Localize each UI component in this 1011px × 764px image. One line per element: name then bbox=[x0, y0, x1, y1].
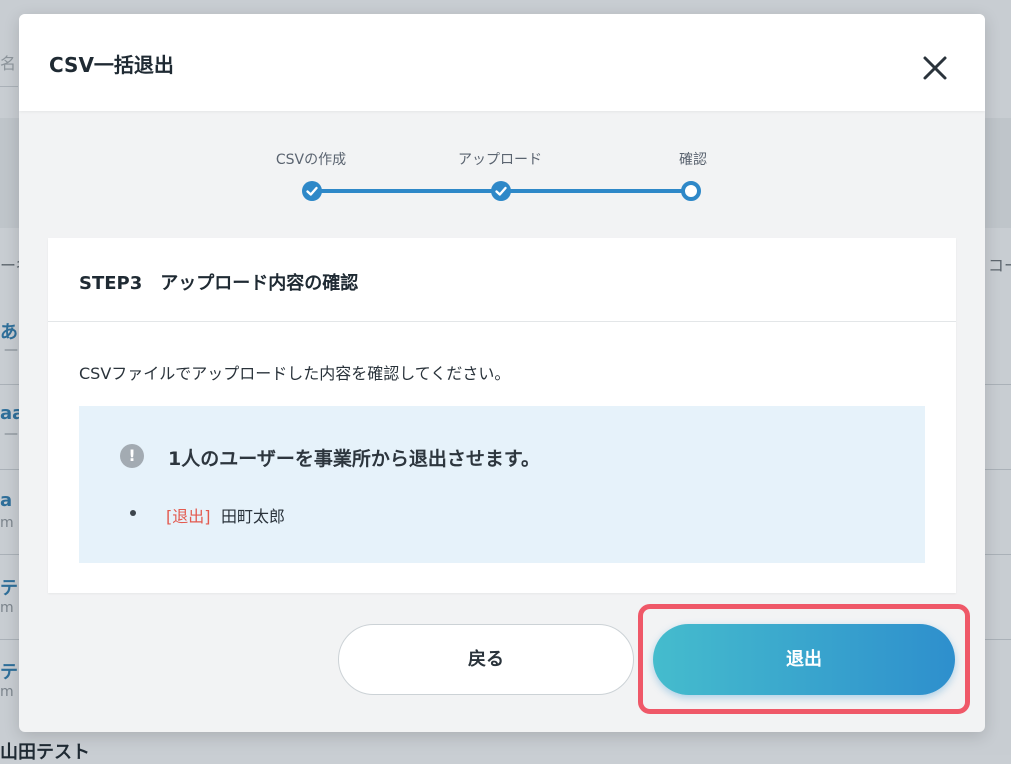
step-label-create: CSVの作成 bbox=[275, 152, 347, 168]
step-label-confirm: 確認 bbox=[679, 152, 707, 168]
step-done-check-icon bbox=[491, 181, 511, 201]
bg-row-text: テ bbox=[0, 662, 18, 683]
bg-row-text: a bbox=[0, 490, 13, 511]
csv-bulk-exit-modal: CSV一括退出 CSVの作成 アップロード 確認 STEP3 アップロード内容の… bbox=[19, 14, 985, 732]
info-message: 1人のユーザーを事業所から退出させます。 bbox=[168, 448, 540, 470]
bullet-icon bbox=[130, 510, 136, 516]
exit-button[interactable]: 退出 bbox=[653, 624, 955, 695]
step-current-circle-icon bbox=[681, 181, 701, 201]
card-divider bbox=[48, 321, 956, 322]
bg-row-sub: m bbox=[0, 515, 14, 531]
exclamation-icon: ! bbox=[120, 444, 144, 468]
bg-row-text: あ bbox=[0, 322, 18, 343]
bg-column-fragment: コー bbox=[988, 256, 1011, 275]
close-icon bbox=[923, 56, 947, 80]
bg-row-text: テ bbox=[0, 578, 18, 599]
modal-title: CSV一括退出 bbox=[49, 53, 174, 77]
modal-header: CSV一括退出 bbox=[19, 14, 985, 111]
exit-tag: [退出] bbox=[166, 507, 211, 526]
confirmation-card: STEP3 アップロード内容の確認 CSVファイルでアップロードした内容を確認し… bbox=[48, 238, 956, 593]
bg-row-sub: — bbox=[4, 342, 18, 358]
user-name: 田町太郎 bbox=[221, 507, 286, 526]
bg-column-fragment: 名 bbox=[0, 54, 17, 73]
bg-row-sub: m bbox=[0, 684, 14, 700]
bg-row-sub: — bbox=[4, 426, 18, 442]
info-box: ! 1人のユーザーを事業所から退出させます。 [退出] 田町太郎 bbox=[79, 406, 925, 563]
bg-divider bbox=[0, 86, 18, 87]
close-button[interactable] bbox=[917, 50, 953, 86]
card-description: CSVファイルでアップロードした内容を確認してください。 bbox=[79, 364, 511, 383]
step-done-check-icon bbox=[302, 181, 322, 201]
card-title: STEP3 アップロード内容の確認 bbox=[79, 273, 359, 294]
bg-row-sub: m bbox=[0, 600, 14, 616]
back-button[interactable]: 戻る bbox=[338, 624, 634, 695]
step-label-upload: アップロード bbox=[458, 152, 542, 168]
bg-row-text: 山田テスト bbox=[0, 742, 90, 763]
